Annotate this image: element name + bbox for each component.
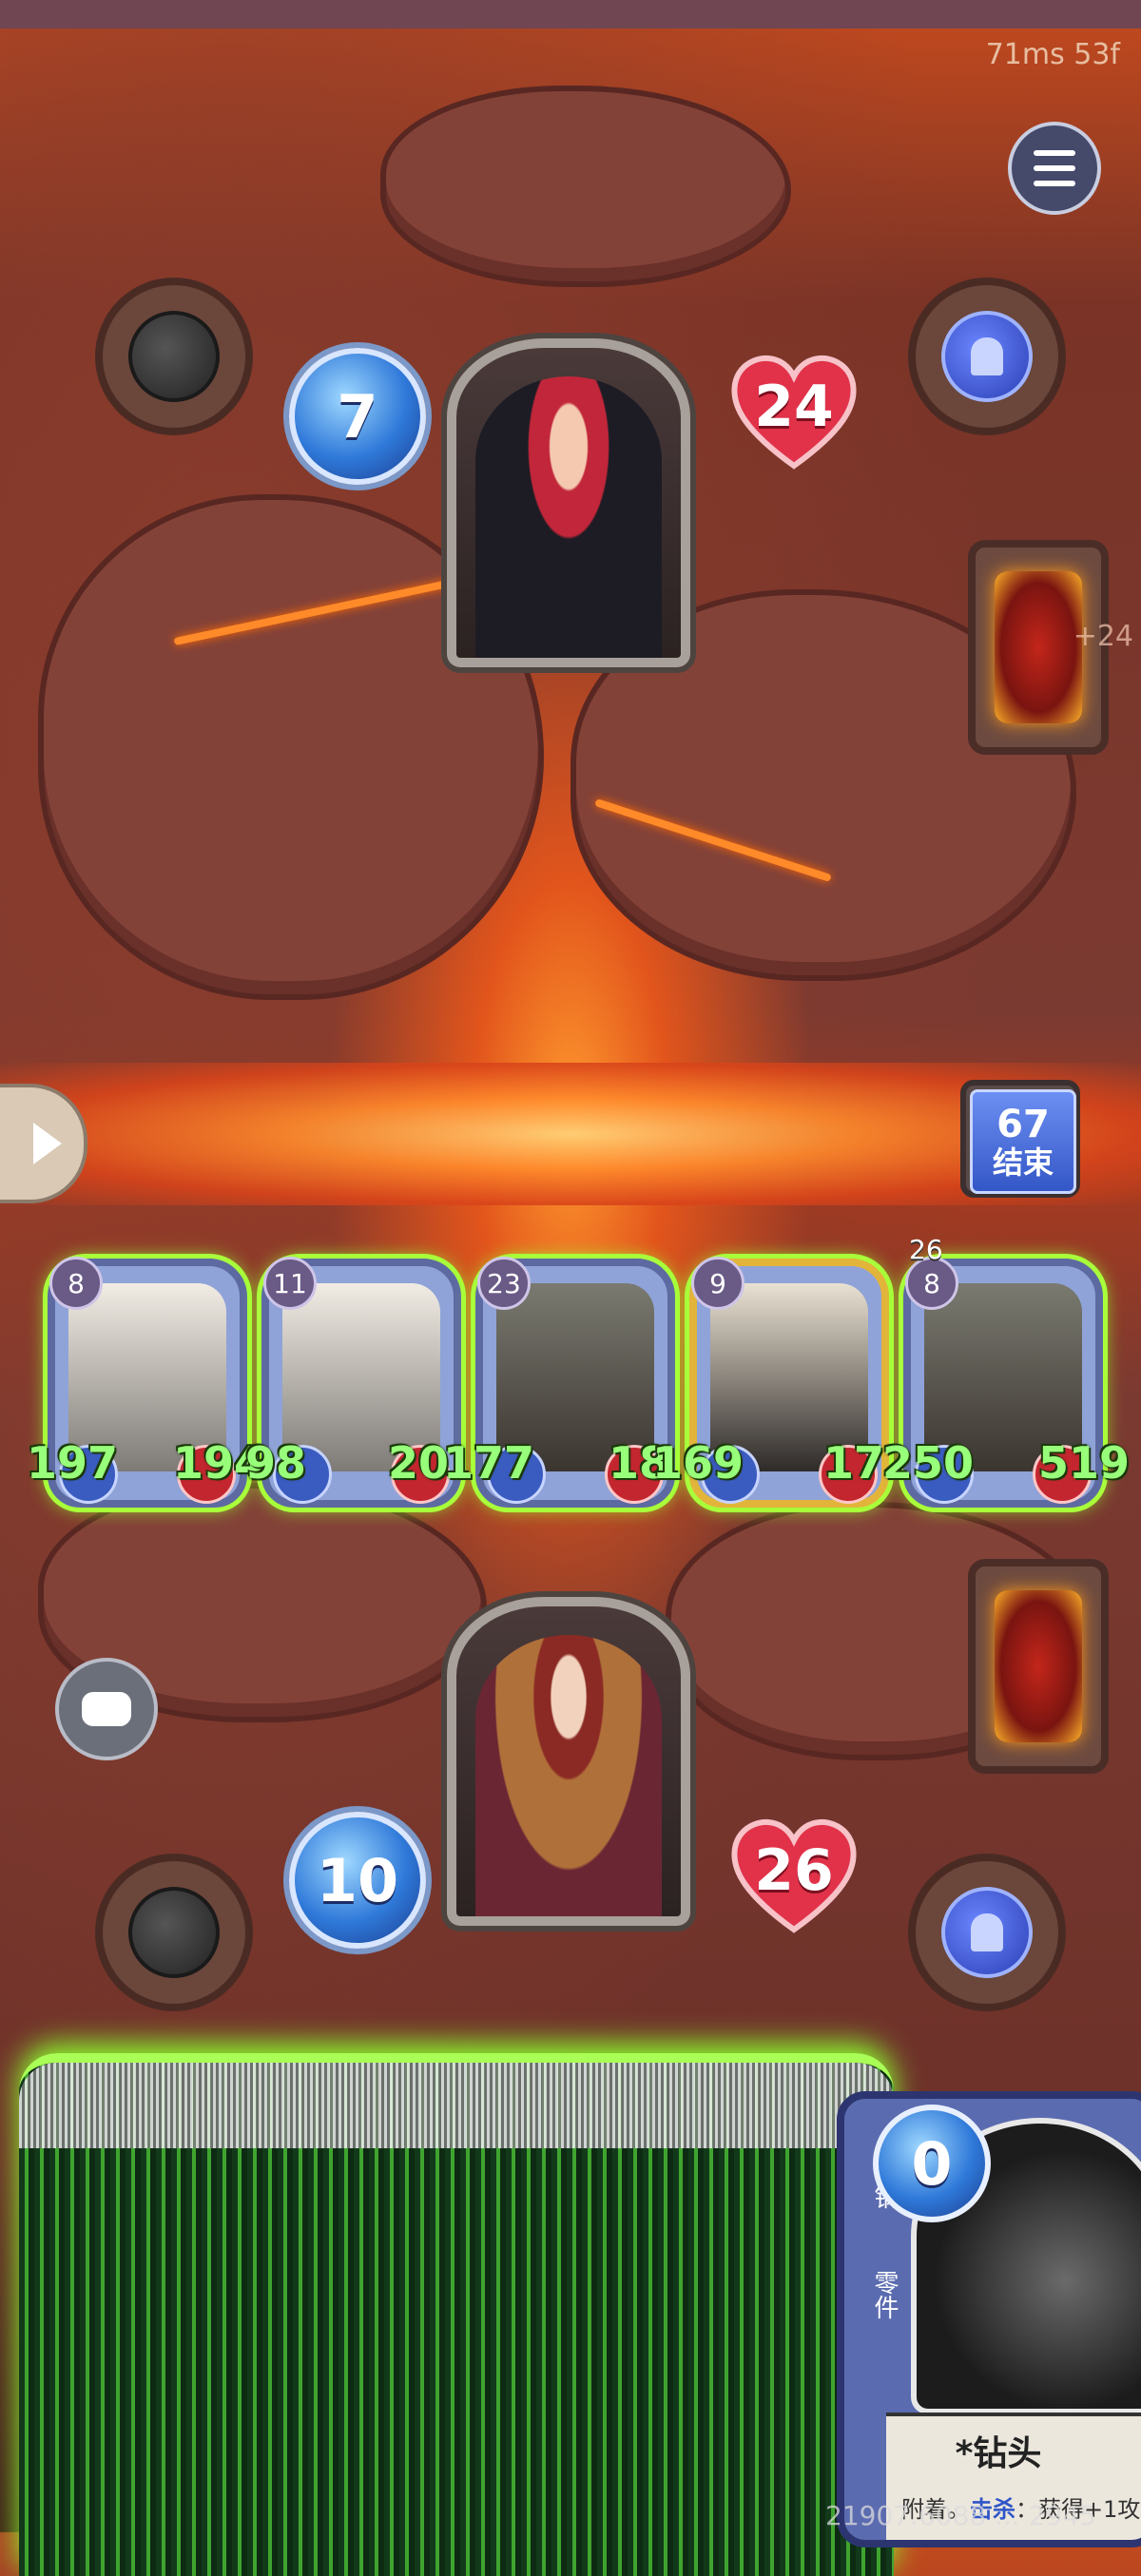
unit-2-health: 20 (388, 1437, 450, 1489)
player-right-socket[interactable] (908, 1854, 1066, 2011)
chat-icon[interactable] (55, 1658, 158, 1760)
unit-1-attack: 197 (27, 1437, 119, 1489)
unit-5-health: 519 (1038, 1437, 1131, 1489)
player-hero-portrait[interactable] (447, 1597, 690, 1926)
debug-coordinates: 21907.6088 ... 2945 (825, 2500, 1096, 2531)
enemy-deck-count: +24 (1073, 620, 1133, 653)
card-subtype: 零件 (870, 2270, 899, 2319)
card-cost: 0 (873, 2105, 991, 2222)
enemy-hero-portrait[interactable] (447, 338, 690, 667)
unit-level: 11 (263, 1257, 317, 1310)
end-turn-label: 结束 (992, 1144, 1054, 1181)
turn-timer: 67 (996, 1103, 1050, 1146)
unit-level: 23 (477, 1257, 531, 1310)
menu-icon-line (1034, 165, 1075, 171)
portal-fire (995, 1590, 1082, 1742)
unit-secondary-level: 26 (909, 1234, 943, 1265)
player-hero-art (475, 1635, 662, 1916)
enemy-left-socket[interactable] (95, 278, 253, 435)
end-turn-face: 67 结束 (970, 1089, 1076, 1194)
player-deck-pile[interactable] (19, 2053, 894, 2576)
player-health-value: 26 (754, 1837, 834, 1904)
enemy-right-socket[interactable] (908, 278, 1066, 435)
unit-4-attack: 169 (652, 1437, 745, 1489)
unit-4-health: 17 (823, 1437, 885, 1489)
unit-level: 9 (691, 1257, 745, 1310)
menu-button[interactable] (1008, 122, 1101, 215)
enemy-hero-art (475, 376, 662, 658)
rock-top-center (380, 86, 791, 287)
unit-5-attack: 250 (882, 1437, 975, 1489)
menu-icon-line (1034, 181, 1075, 186)
enemy-health-value: 24 (754, 374, 834, 440)
player-deck-portal[interactable] (968, 1559, 1109, 1774)
end-turn-button[interactable]: 67 结束 (960, 1080, 1080, 1198)
portal-fire (995, 571, 1082, 723)
unit-level: 8 (49, 1257, 103, 1310)
perf-readout: 71ms 53f (985, 38, 1120, 71)
card-name: *钻头 (955, 2434, 1042, 2473)
dark-gem-icon (128, 311, 220, 402)
unit-2-attack: 98 (245, 1437, 307, 1489)
player-health: 26 (727, 1812, 861, 1935)
player-left-socket[interactable] (95, 1854, 253, 2011)
enemy-mana: 7 (289, 348, 426, 485)
tombstone-icon (941, 1887, 1033, 1978)
player-mana: 10 (289, 1812, 426, 1949)
enemy-health: 24 (727, 348, 861, 471)
tombstone-icon (941, 311, 1033, 402)
unit-3-attack: 177 (443, 1437, 535, 1489)
top-status-strip (0, 0, 1141, 29)
dark-gem-icon (128, 1887, 220, 1978)
menu-icon (1034, 150, 1075, 156)
